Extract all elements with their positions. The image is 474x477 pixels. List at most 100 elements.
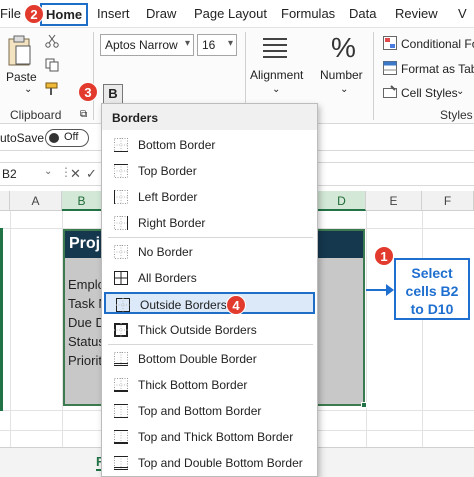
autosave-label: utoSave: [0, 131, 45, 145]
menu-item-label: Top and Thick Bottom Border: [138, 430, 294, 444]
callout-line-1: Select: [411, 265, 453, 281]
copy-icon[interactable]: [45, 58, 59, 72]
format-as-table-icon: [383, 61, 397, 75]
top-border-icon: [114, 164, 128, 178]
menu-item-top-and-double-bottom-border[interactable]: Top and Double Bottom Border: [104, 452, 315, 474]
thick-bottom-border-icon: [114, 378, 128, 392]
step-marker-3: 3: [78, 82, 98, 102]
menu-item-left-border[interactable]: Left Border: [104, 186, 315, 208]
menu-item-label: Right Border: [138, 216, 206, 230]
menu-item-all-borders[interactable]: All Borders: [104, 267, 315, 289]
number-chevron-icon[interactable]: ⌄: [340, 84, 348, 95]
cell-styles-chevron-icon[interactable]: ⌄: [456, 86, 464, 97]
cut-icon[interactable]: [45, 34, 59, 48]
ribbon-tab-bar: File Home Insert Draw Page Layout Formul…: [0, 0, 474, 28]
step-marker-2: 2: [24, 4, 44, 24]
menu-item-label: Thick Bottom Border: [138, 378, 248, 392]
menu-item-no-border[interactable]: No Border: [104, 241, 315, 263]
tab-formulas[interactable]: Formulas: [281, 6, 335, 21]
tab-draw[interactable]: Draw: [146, 6, 176, 21]
table-row-label[interactable]: Due D: [68, 315, 105, 330]
menu-item-right-border[interactable]: Right Border: [104, 212, 315, 234]
menu-item-bottom-border[interactable]: Bottom Border: [104, 134, 315, 156]
alignment-icon[interactable]: [262, 36, 288, 60]
format-painter-icon[interactable]: [45, 82, 61, 96]
top-bottom-border-icon: [114, 404, 128, 418]
step-marker-4: 4: [226, 295, 246, 315]
tab-review[interactable]: Review: [395, 6, 438, 21]
callout-line-3: to D10: [410, 301, 454, 317]
menu-item-top-border[interactable]: Top Border: [104, 160, 315, 182]
column-header-f[interactable]: F: [422, 191, 474, 211]
menu-item-bottom-double-border[interactable]: Bottom Double Border: [104, 348, 315, 370]
menu-item-outside-borders[interactable]: Outside Borders: [104, 292, 315, 314]
table-row-label[interactable]: Emplo: [68, 277, 105, 292]
bottom-border-icon: [114, 138, 128, 152]
thick-outside-borders-icon: [114, 323, 128, 337]
cancel-entry-icon[interactable]: ✕: [70, 166, 81, 182]
callout-arrow-head: [386, 284, 394, 296]
menu-item-label: Thick Outside Borders: [138, 323, 257, 337]
tab-insert[interactable]: Insert: [97, 6, 130, 21]
percent-icon[interactable]: %: [331, 32, 356, 64]
right-border-icon: [114, 216, 128, 230]
column-header-a[interactable]: A: [10, 191, 62, 211]
cell-styles-button[interactable]: Cell Styles: [401, 86, 458, 100]
borders-menu-title: Borders: [102, 104, 317, 130]
menu-item-label: Left Border: [138, 190, 198, 204]
font-name-value: Aptos Narrow: [105, 38, 178, 52]
font-size-value: 16: [202, 38, 216, 52]
conditional-formatting-button[interactable]: Conditional Fo: [401, 37, 474, 51]
font-name-combo[interactable]: Aptos Narrow ▾: [100, 34, 194, 56]
bold-button[interactable]: B: [103, 84, 123, 104]
step-marker-1: 1: [374, 246, 394, 266]
bottom-double-border-icon: [114, 352, 128, 366]
top-thick-bottom-border-icon: [114, 430, 128, 444]
menu-item-label: All Borders: [138, 271, 197, 285]
format-as-table-button[interactable]: Format as Tabl: [401, 62, 474, 76]
number-label[interactable]: Number: [320, 68, 363, 82]
toggle-knob: [49, 133, 59, 143]
menu-item-label: Top Border: [138, 164, 197, 178]
alignment-chevron-icon[interactable]: ⌄: [272, 84, 280, 95]
alignment-label[interactable]: Alignment: [250, 68, 303, 82]
conditional-formatting-icon: [383, 36, 397, 50]
chevron-down-icon: ▾: [184, 38, 190, 49]
menu-item-label: Outside Borders: [140, 298, 227, 312]
fill-handle[interactable]: [361, 402, 367, 408]
font-size-combo[interactable]: 16 ▾: [197, 34, 237, 56]
styles-group-label: Styles: [440, 108, 473, 122]
all-borders-icon: [114, 271, 128, 285]
no-border-icon: [114, 245, 128, 259]
menu-item-label: Top and Bottom Border: [138, 404, 262, 418]
clipboard-launcher-icon[interactable]: ⧉: [80, 109, 87, 120]
select-all-corner[interactable]: [0, 191, 10, 211]
tab-view[interactable]: V: [458, 6, 467, 21]
autosave-toggle-text: Off: [64, 131, 79, 143]
clipboard-group-label: Clipboard: [10, 108, 62, 122]
menu-item-label: No Border: [138, 245, 193, 259]
tab-data[interactable]: Data: [349, 6, 376, 21]
cell-styles-icon: [383, 85, 397, 98]
menu-item-top-and-bottom-border[interactable]: Top and Bottom Border: [104, 400, 315, 422]
autosave-toggle[interactable]: Off: [45, 129, 89, 147]
menu-item-thick-bottom-border[interactable]: Thick Bottom Border: [104, 374, 315, 396]
menu-item-top-and-thick-bottom-border[interactable]: Top and Thick Bottom Border: [104, 426, 315, 448]
column-header-e[interactable]: E: [366, 191, 422, 211]
table-row-label[interactable]: Status: [68, 334, 105, 349]
chevron-down-icon: ▾: [227, 38, 233, 49]
paste-icon[interactable]: [6, 34, 32, 68]
menu-item-thick-outside-borders[interactable]: Thick Outside Borders: [104, 319, 315, 341]
column-header-d[interactable]: D: [318, 191, 366, 211]
column-header-b[interactable]: B: [62, 191, 102, 211]
name-box-chevron-icon[interactable]: ⌄: [44, 166, 52, 177]
left-border-icon: [114, 190, 128, 204]
tab-home[interactable]: Home: [40, 3, 89, 26]
confirm-entry-icon[interactable]: ✓: [86, 166, 97, 182]
table-row-label[interactable]: Priorit: [68, 353, 102, 368]
tab-page-layout[interactable]: Page Layout: [194, 6, 267, 21]
row-selection-indicator: [0, 228, 3, 411]
tab-file[interactable]: File: [0, 6, 21, 21]
paste-label[interactable]: Paste: [6, 70, 37, 84]
paste-chevron-icon[interactable]: ⌄: [24, 84, 32, 95]
